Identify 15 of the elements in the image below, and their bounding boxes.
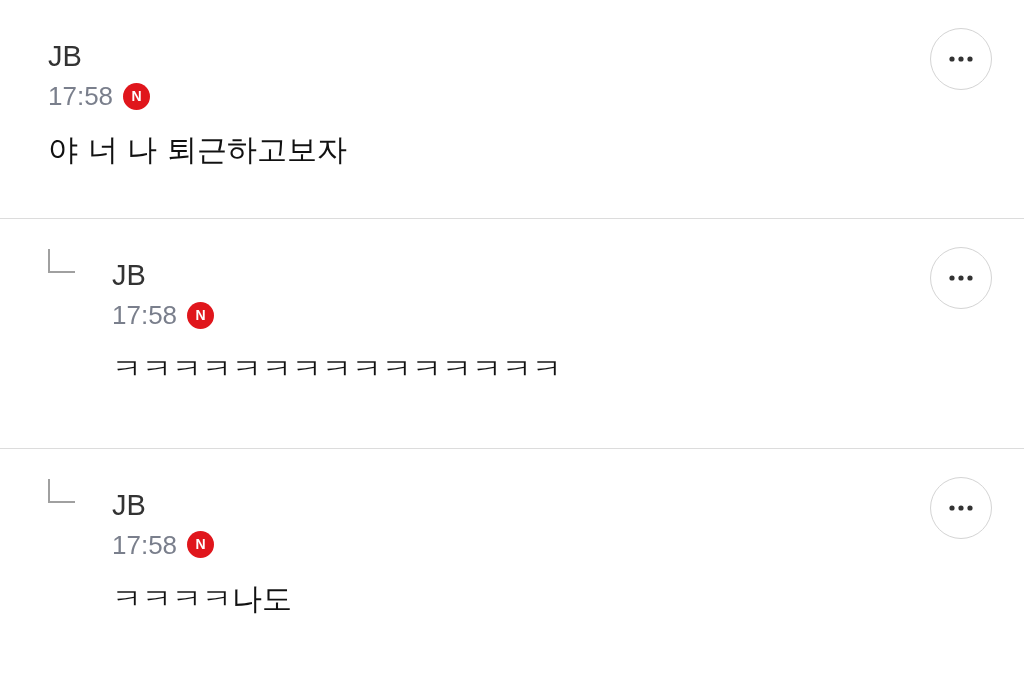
- new-badge: N: [123, 82, 151, 110]
- comment-text: 야 너 나 퇴근하고보자: [48, 131, 348, 169]
- more-icon: [949, 275, 973, 282]
- author-name: JB: [112, 487, 147, 523]
- more-icon: [949, 56, 973, 62]
- author-name: JB: [112, 258, 147, 294]
- comment-time: 17:58: [112, 528, 178, 561]
- comment-time: 17:58: [48, 80, 114, 112]
- author-name: JB: [48, 39, 83, 74]
- new-badge: N: [187, 531, 215, 559]
- comment-time: 17:58: [112, 299, 178, 332]
- new-badge: N: [187, 301, 215, 329]
- comment-text: ㅋㅋㅋㅋㅋㅋㅋㅋㅋㅋㅋㅋㅋㅋㅋ: [112, 350, 563, 389]
- comment-text: ㅋㅋㅋㅋ나도: [112, 579, 293, 618]
- more-icon: [949, 504, 973, 511]
